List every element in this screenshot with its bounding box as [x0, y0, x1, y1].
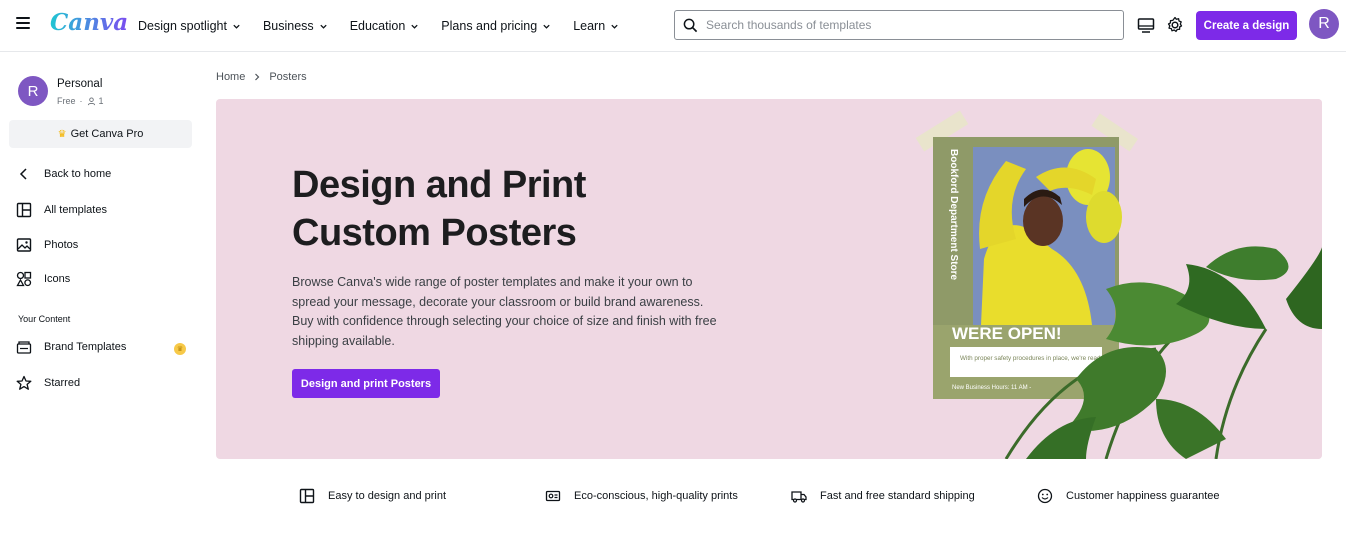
feature-label: Eco-conscious, high-quality prints — [574, 490, 738, 502]
nav-label: Plans and pricing — [441, 19, 538, 33]
nav-plans-pricing[interactable]: Plans and pricing — [441, 19, 551, 33]
templates-icon — [16, 202, 32, 218]
account-meta: Free · 1 — [57, 96, 104, 106]
section-label-your-content: Your Content — [18, 314, 71, 324]
hero-title-line: Custom Posters — [292, 212, 577, 254]
poster-store-name: Bookford Department Store — [948, 149, 959, 281]
smile-icon — [1037, 488, 1053, 504]
account-members: 1 — [98, 96, 104, 106]
pro-label: Get Canva Pro — [70, 128, 144, 140]
chevron-down-icon — [233, 24, 240, 29]
sidebar-item-all-templates[interactable]: All templates — [16, 199, 196, 221]
breadcrumb: Home Posters — [216, 71, 307, 83]
poster-illustration: Bookford Department Store WERE OPEN! Wit… — [856, 99, 1322, 459]
nav-design-spotlight[interactable]: Design spotlight — [138, 19, 241, 33]
account-plan: Free — [57, 96, 76, 106]
sidebar-item-label: Photos — [44, 239, 79, 251]
nav-label: Design spotlight — [138, 19, 227, 33]
feature-label: Fast and free standard shipping — [820, 490, 975, 502]
sidebar-item-label: Back to home — [44, 168, 112, 180]
nav-learn[interactable]: Learn — [573, 19, 619, 33]
feature-eco-prints: Eco-conscious, high-quality prints — [545, 488, 738, 504]
poster-hours: New Business Hours: 11 AM - — [952, 385, 1031, 391]
sidebar-item-photos[interactable]: Photos — [16, 234, 196, 256]
sidebar: R Personal Free · 1 ♛ Get Canva Pro Back… — [0, 53, 202, 536]
sidebar-item-brand-templates[interactable]: Brand Templates — [16, 336, 196, 358]
sidebar-item-label: Brand Templates — [44, 341, 127, 353]
breadcrumb-home[interactable]: Home — [216, 71, 245, 83]
main-nav: Design spotlight Business Education Plan… — [138, 0, 641, 52]
hero-title-line: Design and Print — [292, 164, 586, 206]
nav-education[interactable]: Education — [350, 19, 420, 33]
feature-free-shipping: Fast and free standard shipping — [791, 488, 975, 504]
nav-label: Learn — [573, 19, 606, 33]
get-canva-pro-button[interactable]: ♛ Get Canva Pro — [9, 120, 192, 148]
truck-icon — [791, 491, 807, 503]
printer-icon — [545, 490, 561, 502]
hero-banner: Design and Print Custom Posters Browse C… — [216, 99, 1322, 459]
nav-label: Business — [262, 19, 314, 33]
image-icon — [16, 238, 32, 252]
account-name[interactable]: Personal — [57, 78, 102, 90]
avatar[interactable]: R — [1309, 9, 1339, 39]
sidebar-item-starred[interactable]: Starred — [16, 372, 196, 394]
search-input[interactable] — [706, 18, 1106, 32]
chevron-left-icon — [19, 168, 27, 180]
chevron-down-icon — [411, 24, 418, 29]
feature-easy-design: Easy to design and print — [299, 488, 446, 504]
sidebar-item-label: Starred — [44, 377, 81, 389]
poster-headline: WERE OPEN! — [952, 324, 1062, 343]
brand-kit-icon — [16, 341, 32, 354]
sidebar-item-icons[interactable]: Icons — [16, 268, 196, 290]
sidebar-item-label: Icons — [44, 273, 71, 285]
chevron-right-icon — [255, 73, 260, 81]
hero-description: Browse Canva's wide range of poster temp… — [292, 275, 717, 348]
search-box[interactable] — [674, 10, 1124, 40]
feature-label: Customer happiness guarantee — [1066, 490, 1220, 502]
menu-icon[interactable] — [16, 17, 30, 31]
desktop-icon[interactable] — [1136, 15, 1156, 35]
account-avatar[interactable]: R — [18, 76, 48, 106]
nav-business[interactable]: Business — [263, 19, 328, 33]
features-row: Easy to design and print Eco-conscious, … — [0, 488, 1346, 514]
feature-happiness-guarantee: Customer happiness guarantee — [1037, 488, 1219, 504]
chevron-down-icon — [543, 24, 550, 29]
canva-logo[interactable]: Canva — [50, 9, 128, 36]
sidebar-item-back-home[interactable]: Back to home — [16, 163, 196, 185]
feature-label: Easy to design and print — [328, 490, 447, 502]
crown-badge-icon: ♛ — [174, 343, 186, 355]
star-icon — [16, 375, 32, 390]
layout-icon — [299, 488, 315, 504]
breadcrumb-current: Posters — [269, 71, 307, 83]
hero-title: Design and Print Custom Posters — [292, 161, 672, 257]
shapes-icon — [16, 271, 32, 287]
gear-icon[interactable] — [1165, 15, 1185, 35]
nav-label: Education — [349, 19, 406, 33]
top-bar: Canva Design spotlight Business Educatio… — [0, 0, 1346, 52]
person-icon — [87, 96, 95, 105]
search-icon — [683, 18, 698, 32]
crown-icon: ♛ — [57, 128, 67, 140]
create-design-button[interactable]: Create a design — [1196, 11, 1297, 40]
chevron-down-icon — [320, 24, 327, 29]
sidebar-item-label: All templates — [44, 204, 107, 216]
design-print-posters-button[interactable]: Design and print Posters — [292, 369, 440, 398]
chevron-down-icon — [611, 24, 618, 29]
